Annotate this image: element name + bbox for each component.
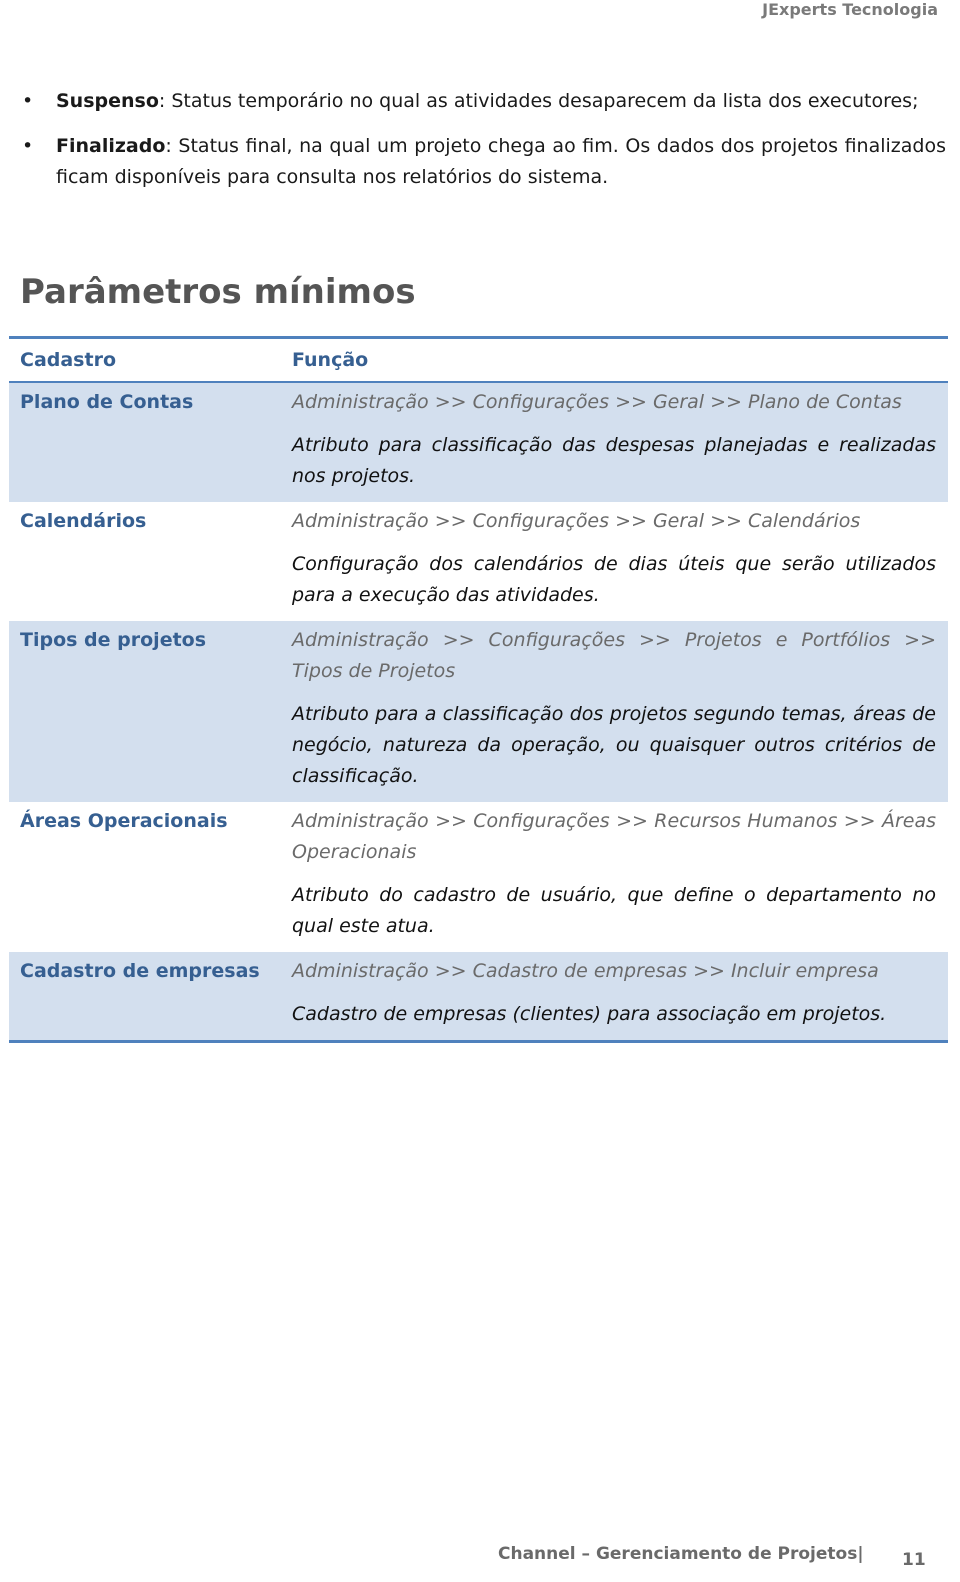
- column-header-funcao: Função: [292, 349, 369, 371]
- table-bottom-rule: [9, 1040, 948, 1043]
- bullet-icon: •: [22, 135, 34, 157]
- row-description: Atributo do cadastro de usuário, que def…: [292, 884, 936, 937]
- parameters-table: Cadastro Função Plano de Contas Administ…: [9, 336, 948, 1043]
- row-cadastro: Áreas Operacionais: [20, 810, 228, 832]
- table-row: Cadastro de empresas Administração >> Ca…: [9, 952, 948, 1040]
- row-cadastro: Tipos de projetos: [20, 629, 207, 651]
- row-cadastro: Calendários: [20, 510, 147, 532]
- bullet-text: : Status final, na qual um projeto chega…: [56, 135, 946, 188]
- row-path: Administração >> Configurações >> Geral …: [292, 510, 861, 532]
- row-description: Atributo para a classificação dos projet…: [292, 703, 936, 787]
- bullet-icon: •: [22, 90, 34, 112]
- row-path: Administração >> Configurações >> Projet…: [292, 629, 936, 682]
- footer-title: Channel – Gerenciamento de Projetos|: [498, 1544, 864, 1564]
- row-description: Configuração dos calendários de dias úte…: [292, 553, 936, 606]
- page-number: 11: [902, 1550, 926, 1570]
- table-row: Áreas Operacionais Administração >> Conf…: [9, 802, 948, 952]
- table-row: Calendários Administração >> Configuraçõ…: [9, 502, 948, 621]
- table-header-row: Cadastro Função: [9, 339, 948, 383]
- row-path: Administração >> Configurações >> Geral …: [292, 391, 902, 413]
- row-cadastro: Cadastro de empresas: [20, 960, 260, 982]
- status-bullet-list: • Suspenso: Status temporário no qual as…: [18, 86, 946, 207]
- bullet-item: • Suspenso: Status temporário no qual as…: [18, 86, 946, 117]
- column-header-cadastro: Cadastro: [20, 349, 117, 371]
- header-company: JExperts Tecnologia: [762, 0, 938, 19]
- section-title: Parâmetros mínimos: [20, 272, 416, 312]
- row-cadastro: Plano de Contas: [20, 391, 194, 413]
- bullet-text: : Status temporário no qual as atividade…: [158, 90, 919, 112]
- row-description: Cadastro de empresas (clientes) para ass…: [292, 1003, 887, 1025]
- row-description: Atributo para classificação das despesas…: [292, 434, 936, 487]
- bullet-term: Finalizado: [56, 135, 166, 157]
- table-row: Plano de Contas Administração >> Configu…: [9, 383, 948, 502]
- row-path: Administração >> Cadastro de empresas >>…: [292, 960, 879, 982]
- bullet-term: Suspenso: [56, 90, 159, 112]
- bullet-item: • Finalizado: Status final, na qual um p…: [18, 131, 946, 193]
- table-row: Tipos de projetos Administração >> Confi…: [9, 621, 948, 802]
- row-path: Administração >> Configurações >> Recurs…: [292, 810, 936, 863]
